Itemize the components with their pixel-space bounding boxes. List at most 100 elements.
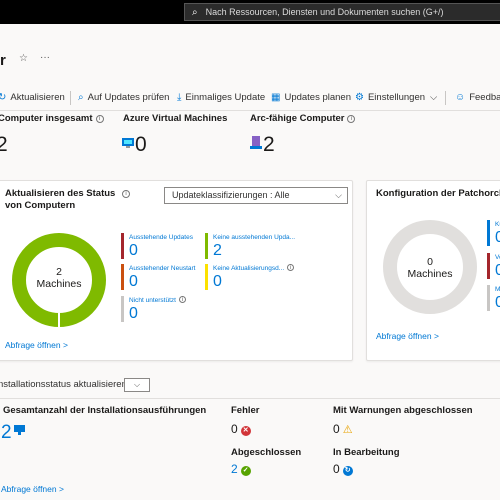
top-bar: ⌕ Nach Ressourcen, Diensten und Dokumente… — [0, 0, 500, 24]
completed-label: Abgeschlossen — [231, 447, 302, 458]
arc-computers-value: 2 — [263, 133, 275, 156]
patch-donut-center-value: 0 — [427, 256, 433, 268]
page-title: r — [0, 52, 6, 69]
legend-label: Keine Aktualisierungsd... i — [213, 264, 295, 273]
update-status-title-line1: Aktualisieren des Status — [5, 188, 116, 199]
info-icon[interactable]: i — [95, 115, 104, 123]
arc-computers-text: Arc-fähige Computer — [250, 113, 345, 124]
errors-value-group: 0 ✕ — [231, 422, 251, 436]
refresh-icon: ↻ — [0, 92, 7, 103]
in-progress-label: In Bearbeitung — [333, 447, 400, 458]
patch-legend-item[interactable]: Vo 0 — [487, 253, 500, 279]
legend-value: 0 — [129, 273, 138, 290]
warning-icon: ⚠ — [342, 424, 353, 436]
arc-computers-value-group: 2 — [249, 133, 275, 157]
legend-value: 2 — [213, 242, 222, 259]
search-placeholder: Nach Ressourcen, Diensten und Dokumenten… — [205, 7, 444, 17]
total-computers-text: Computer insgesamt — [0, 113, 93, 124]
azure-vms-value: 0 — [135, 133, 147, 156]
one-time-update-button[interactable]: ⤓ Einmaliges Update — [177, 88, 265, 108]
legend-value: 0 — [495, 262, 500, 279]
errors-value: 0 — [231, 422, 238, 436]
settings-button[interactable]: ⚙ Einstellungen ⌵ — [355, 88, 437, 108]
monitor-icon — [13, 425, 25, 435]
update-status-title-line2: von Computern — [5, 200, 76, 211]
chevron-down-icon: ⌵ — [133, 380, 141, 389]
total-computers-value: 2 — [0, 133, 8, 156]
update-classification-dropdown[interactable]: Updateklassifizierungen : Alle ⌵ — [164, 187, 348, 204]
calendar-icon: ▦ — [271, 92, 281, 103]
warnings-label: Mit Warnungen abgeschlossen — [333, 405, 473, 416]
legend-value: 0 — [495, 229, 500, 246]
sync-icon: ↻ — [342, 466, 353, 476]
open-query-link-patch[interactable]: Abfrage öffnen > — [376, 331, 439, 341]
donut-center-unit: Machines — [36, 278, 82, 290]
legend-label: Ausstehende Updates — [129, 234, 193, 241]
legend-label: M — [495, 286, 500, 293]
info-icon[interactable]: i — [178, 296, 186, 303]
refresh-button[interactable]: ↻ Aktualisieren — [0, 88, 65, 108]
chevron-down-icon: ⌵ — [335, 190, 342, 200]
refresh-label: Aktualisieren — [10, 92, 65, 103]
legend-label-text: Keine Aktualisierungsd... — [213, 265, 285, 272]
legend-label: Keine ausstehenden Upda... — [213, 234, 296, 241]
more-options-button[interactable]: ··· — [40, 52, 50, 63]
azure-vms-value-group: 0 — [121, 133, 147, 157]
legend-value: 0 — [213, 273, 222, 290]
toolbar-divider — [70, 91, 71, 105]
download-icon: ⤓ — [177, 92, 182, 103]
in-progress-value: 0 — [333, 462, 340, 476]
legend-value: 0 — [129, 242, 138, 259]
feedback-button[interactable]: ☺Feedbac — [455, 88, 500, 108]
virtual-machine-icon — [122, 138, 134, 148]
patch-legend-item[interactable]: Ku 0 — [487, 220, 500, 246]
schedule-updates-button[interactable]: ▦ Updates planen — [271, 88, 351, 108]
error-icon: ✕ — [240, 426, 251, 436]
legend-value: 0 — [495, 294, 500, 311]
donut-center-label: 2 Machines — [11, 266, 107, 290]
total-runs-label: Gesamtanzahl der Installationsausführung… — [3, 405, 207, 416]
open-query-link-status[interactable]: Abfrage öffnen > — [5, 340, 68, 350]
info-icon[interactable]: i — [122, 190, 130, 198]
legend-label-text: Nicht unterstützt — [129, 297, 176, 304]
arc-computers-label: Arc-fähige Computer i — [250, 113, 356, 124]
donut-center-value: 2 — [56, 266, 62, 278]
legend-no-update-data[interactable]: Keine Aktualisierungsd... i 0 — [205, 264, 295, 290]
info-icon[interactable]: i — [347, 115, 356, 123]
update-status-title: Aktualisieren des Status von Computern — [5, 188, 115, 212]
azure-vms-label: Azure Virtual Machines — [123, 113, 228, 124]
total-runs-value: 2 — [1, 422, 12, 443]
warnings-value-group: 0 ⚠ — [333, 422, 353, 436]
legend-not-supported[interactable]: Nicht unterstützt i 0 — [121, 296, 186, 322]
legend-label: Ausstehender Neustart — [129, 265, 196, 272]
arc-server-icon — [250, 136, 262, 149]
legend-label: Vo — [495, 254, 500, 261]
search-icon: ⌕ — [192, 7, 198, 18]
total-computers-label: Computer insgesamt i — [0, 113, 104, 124]
legend-pending-restart[interactable]: Ausstehender Neustart 0 — [121, 264, 195, 290]
legend-pending-updates[interactable]: Ausstehende Updates 0 — [121, 233, 193, 259]
legend-no-pending-updates[interactable]: Keine ausstehenden Upda... 2 — [205, 233, 295, 259]
feedback-label: Feedbac — [469, 92, 500, 103]
install-status-dropdown[interactable]: ⌵ — [124, 378, 150, 392]
errors-label: Fehler — [231, 405, 260, 416]
toolbar-divider-line — [0, 110, 500, 111]
legend-value: 0 — [129, 305, 138, 322]
in-progress-value-group: 0 ↻ — [333, 462, 353, 476]
settings-label: Einstellungen — [367, 92, 426, 103]
open-query-link-install[interactable]: Abfrage öffnen > — [1, 484, 64, 494]
check-updates-button[interactable]: ⌕ Auf Updates prüfen — [78, 88, 169, 108]
completed-value-group: 2 ✓ — [231, 462, 251, 476]
gear-icon: ⚙ — [355, 92, 364, 103]
info-icon[interactable]: i — [287, 264, 295, 271]
pin-icon[interactable]: ☆ — [19, 53, 28, 64]
update-classification-value: Updateklassifizierungen : Alle — [172, 190, 290, 200]
patch-donut-center-label: 0 Machines — [382, 256, 478, 280]
command-bar: ↻ Aktualisieren ⌕ Auf Updates prüfen ⤓ Einm… — [0, 88, 500, 108]
install-status-title: nstallationsstatus aktualisieren — [0, 379, 127, 390]
completed-value: 2 — [231, 462, 238, 476]
global-search-input[interactable]: ⌕ Nach Ressourcen, Diensten und Dokumente… — [184, 3, 500, 21]
checkmark-icon: ✓ — [240, 466, 251, 476]
schedule-updates-label: Updates planen — [284, 92, 352, 103]
patch-legend-item[interactable]: M 0 — [487, 285, 500, 311]
